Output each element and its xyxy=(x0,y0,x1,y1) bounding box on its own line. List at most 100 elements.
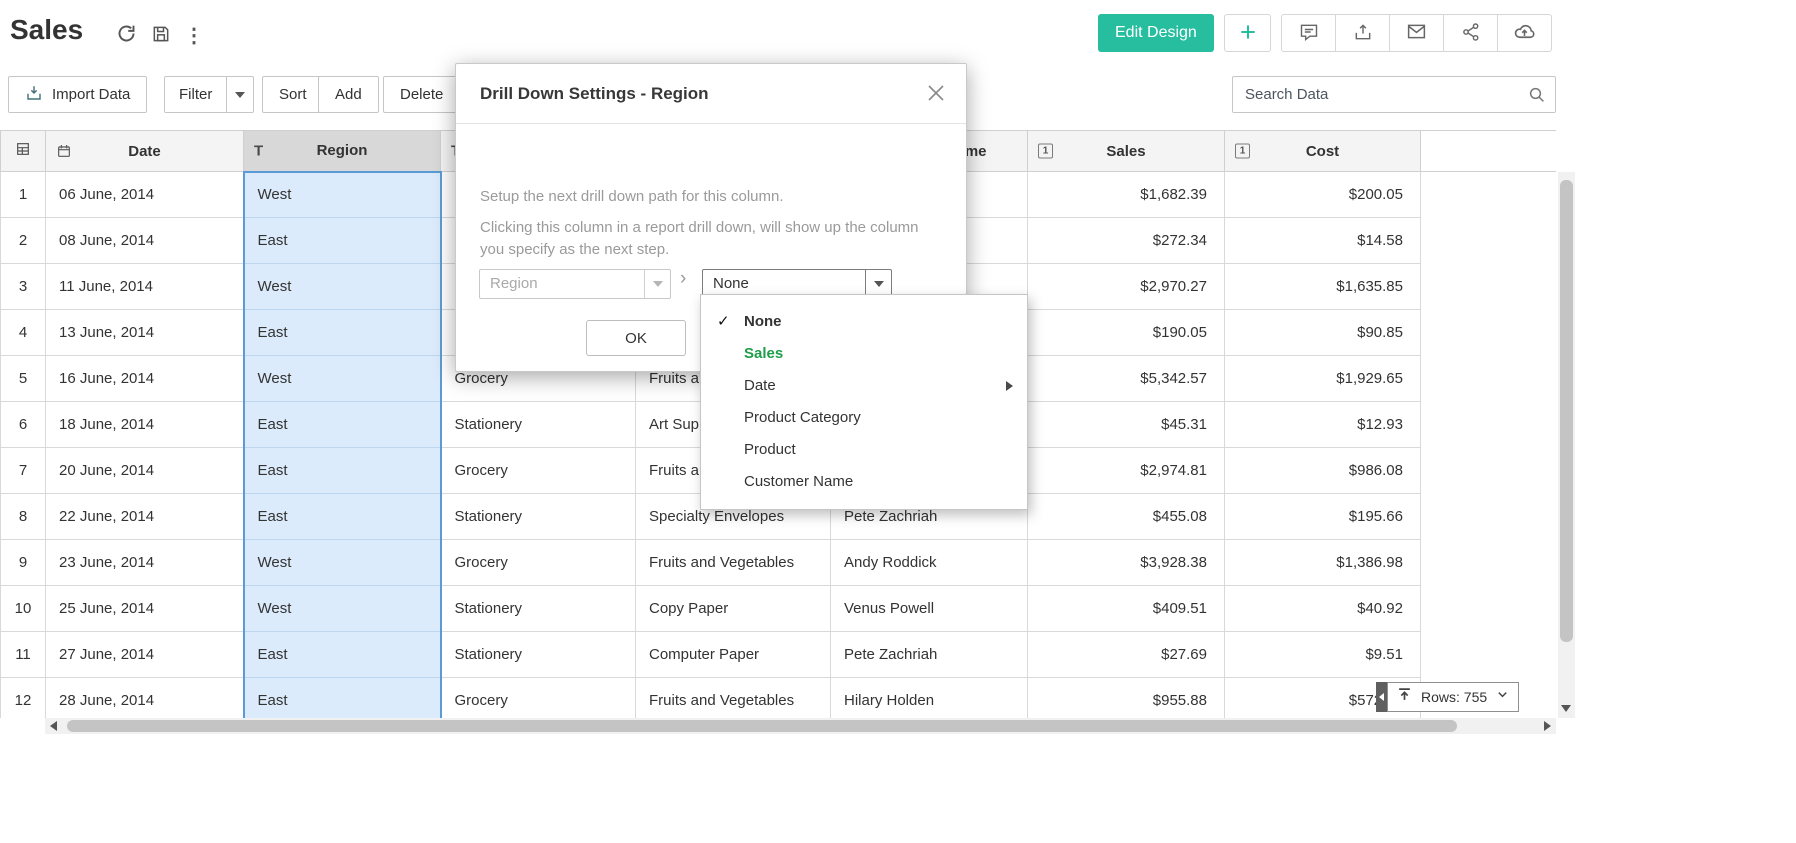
cell-region[interactable]: East xyxy=(244,218,441,264)
cell-cost[interactable]: $200.05 xyxy=(1225,172,1421,218)
cell-product[interactable]: Computer Paper xyxy=(636,632,831,678)
cell-date[interactable]: 25 June, 2014 xyxy=(46,586,244,632)
cell-date[interactable]: 16 June, 2014 xyxy=(46,356,244,402)
cell-region[interactable]: West xyxy=(244,586,441,632)
cell-region[interactable]: West xyxy=(244,264,441,310)
cell-region[interactable]: East xyxy=(244,402,441,448)
cell-region[interactable]: West xyxy=(244,172,441,218)
comments-button[interactable] xyxy=(1281,14,1336,52)
cell-cost[interactable]: $986.08 xyxy=(1225,448,1421,494)
scroll-right-arrow-icon[interactable] xyxy=(1544,721,1551,731)
vertical-scrollbar[interactable] xyxy=(1558,172,1575,718)
export-button[interactable] xyxy=(1335,14,1390,52)
add-button[interactable] xyxy=(1224,14,1271,52)
rows-widget-handle[interactable] xyxy=(1376,682,1387,712)
cell-region[interactable]: East xyxy=(244,632,441,678)
cell-sales[interactable]: $272.34 xyxy=(1028,218,1225,264)
share-button[interactable] xyxy=(1443,14,1498,52)
cell-cost[interactable]: $40.92 xyxy=(1225,586,1421,632)
row-number-cell[interactable]: 8 xyxy=(1,494,46,540)
row-number-cell[interactable]: 1 xyxy=(1,172,46,218)
filter-button[interactable]: Filter xyxy=(165,77,226,112)
cell-date[interactable]: 13 June, 2014 xyxy=(46,310,244,356)
cell-customer-name[interactable]: Venus Powell xyxy=(831,586,1028,632)
row-number-cell[interactable]: 12 xyxy=(1,678,46,719)
add-row-button[interactable]: Add xyxy=(318,76,379,113)
horizontal-scrollbar-thumb[interactable] xyxy=(67,720,1457,732)
row-number-cell[interactable]: 10 xyxy=(1,586,46,632)
cell-region[interactable]: West xyxy=(244,540,441,586)
cell-date[interactable]: 22 June, 2014 xyxy=(46,494,244,540)
cell-region[interactable]: East xyxy=(244,678,441,719)
row-number-cell[interactable]: 7 xyxy=(1,448,46,494)
menu-item-product[interactable]: Product xyxy=(701,434,1027,466)
cell-product[interactable]: Fruits and Vegetables xyxy=(636,540,831,586)
select-all-header[interactable] xyxy=(1,131,46,172)
cell-product-category[interactable]: Stationery xyxy=(441,632,636,678)
cell-date[interactable]: 11 June, 2014 xyxy=(46,264,244,310)
cell-region[interactable]: East xyxy=(244,310,441,356)
horizontal-scrollbar[interactable] xyxy=(45,718,1556,734)
dialog-close-button[interactable] xyxy=(924,82,948,106)
more-options-button[interactable] xyxy=(181,22,207,48)
cell-product-category[interactable]: Grocery xyxy=(441,678,636,719)
cell-sales[interactable]: $5,342.57 xyxy=(1028,356,1225,402)
cell-cost[interactable]: $1,635.85 xyxy=(1225,264,1421,310)
cell-date[interactable]: 06 June, 2014 xyxy=(46,172,244,218)
menu-item-sales[interactable]: Sales xyxy=(701,338,1027,370)
cell-product[interactable]: Fruits and Vegetables xyxy=(636,678,831,719)
cell-sales[interactable]: $955.88 xyxy=(1028,678,1225,719)
cell-cost[interactable]: $195.66 xyxy=(1225,494,1421,540)
row-number-cell[interactable]: 11 xyxy=(1,632,46,678)
cell-date[interactable]: 23 June, 2014 xyxy=(46,540,244,586)
menu-item-date[interactable]: Date xyxy=(701,370,1027,402)
cell-region[interactable]: East xyxy=(244,494,441,540)
cell-date[interactable]: 27 June, 2014 xyxy=(46,632,244,678)
column-header-date[interactable]: Date xyxy=(46,131,244,172)
cell-product-category[interactable]: Stationery xyxy=(441,586,636,632)
cell-sales[interactable]: $27.69 xyxy=(1028,632,1225,678)
ok-button[interactable]: OK xyxy=(586,320,686,356)
chevron-down-icon[interactable] xyxy=(1496,688,1509,706)
search-icon[interactable] xyxy=(1519,86,1555,104)
cell-sales[interactable]: $45.31 xyxy=(1028,402,1225,448)
row-number-cell[interactable]: 3 xyxy=(1,264,46,310)
column-header-region[interactable]: Region xyxy=(244,131,441,172)
publish-button[interactable] xyxy=(1497,14,1552,52)
cell-date[interactable]: 08 June, 2014 xyxy=(46,218,244,264)
row-number-cell[interactable]: 4 xyxy=(1,310,46,356)
vertical-scrollbar-thumb[interactable] xyxy=(1560,180,1573,642)
search-input[interactable] xyxy=(1233,86,1519,103)
cell-sales[interactable]: $409.51 xyxy=(1028,586,1225,632)
cell-date[interactable]: 18 June, 2014 xyxy=(46,402,244,448)
cell-product-category[interactable]: Grocery xyxy=(441,540,636,586)
cell-customer-name[interactable]: Andy Roddick xyxy=(831,540,1028,586)
email-button[interactable] xyxy=(1389,14,1444,52)
scroll-left-arrow-icon[interactable] xyxy=(50,721,57,731)
cell-cost[interactable]: $14.58 xyxy=(1225,218,1421,264)
cell-cost[interactable]: $9.51 xyxy=(1225,632,1421,678)
filter-dropdown-button[interactable] xyxy=(226,77,253,112)
cell-customer-name[interactable]: Hilary Holden xyxy=(831,678,1028,719)
cell-product-category[interactable]: Stationery xyxy=(441,402,636,448)
cell-cost[interactable]: $90.85 xyxy=(1225,310,1421,356)
cell-cost[interactable]: $1,386.98 xyxy=(1225,540,1421,586)
row-number-cell[interactable]: 2 xyxy=(1,218,46,264)
save-button[interactable] xyxy=(148,22,174,48)
row-number-cell[interactable]: 6 xyxy=(1,402,46,448)
cell-sales[interactable]: $455.08 xyxy=(1028,494,1225,540)
scroll-down-arrow-icon[interactable] xyxy=(1561,705,1571,712)
menu-item-product-category[interactable]: Product Category xyxy=(701,402,1027,434)
cell-product-category[interactable]: Grocery xyxy=(441,448,636,494)
menu-item-customer-name[interactable]: Customer Name xyxy=(701,466,1027,498)
menu-item-none[interactable]: None xyxy=(701,306,1027,338)
cell-region[interactable]: East xyxy=(244,448,441,494)
cell-date[interactable]: 28 June, 2014 xyxy=(46,678,244,719)
refresh-button[interactable] xyxy=(113,22,139,48)
cell-product[interactable]: Copy Paper xyxy=(636,586,831,632)
cell-sales[interactable]: $190.05 xyxy=(1028,310,1225,356)
import-data-button[interactable]: Import Data xyxy=(8,76,147,113)
cell-sales[interactable]: $2,974.81 xyxy=(1028,448,1225,494)
row-number-cell[interactable]: 5 xyxy=(1,356,46,402)
row-number-cell[interactable]: 9 xyxy=(1,540,46,586)
